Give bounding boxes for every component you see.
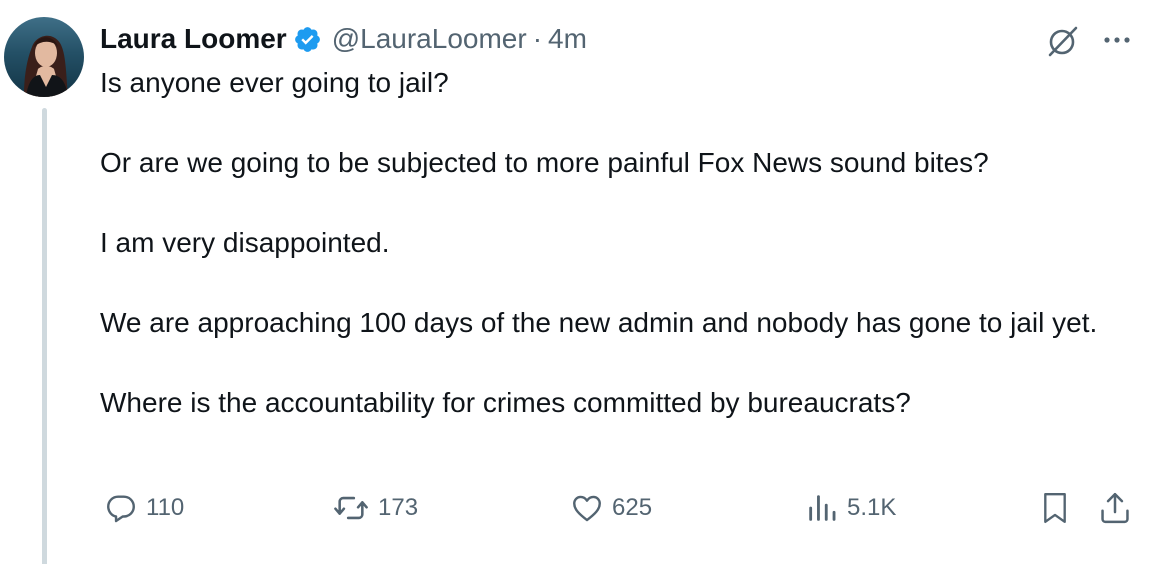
views-icon bbox=[809, 495, 836, 521]
reply-icon bbox=[107, 495, 135, 523]
tweet-paragraph: Is anyone ever going to jail? bbox=[100, 67, 449, 98]
repost-count: 173 bbox=[378, 494, 419, 521]
tweet-paragraph: I am very disappointed. bbox=[100, 227, 390, 258]
like-count: 625 bbox=[612, 494, 653, 521]
tweet-paragraph: We are approaching 100 days of the new a… bbox=[100, 307, 1098, 338]
action-bar: 110 173 625 5.1K bbox=[100, 488, 1140, 528]
repost-button[interactable]: 173 bbox=[332, 488, 418, 528]
more-icon[interactable] bbox=[1096, 26, 1138, 54]
tweet-paragraph: Where is the accountability for crimes c… bbox=[100, 387, 911, 418]
tweet-text: Is anyone ever going to jail? Or are we … bbox=[100, 63, 1150, 423]
tweet: Laura Loomer @LauraLoomer · 4m Is anyone… bbox=[0, 0, 1166, 564]
views-button[interactable]: 5.1K bbox=[805, 488, 896, 528]
bookmark-icon bbox=[1044, 492, 1066, 524]
verified-badge-icon bbox=[294, 26, 320, 52]
bookmark-button[interactable] bbox=[1038, 488, 1080, 528]
avatar[interactable] bbox=[4, 17, 84, 97]
tweet-paragraph: Or are we going to be subjected to more … bbox=[100, 147, 989, 178]
timestamp[interactable]: 4m bbox=[548, 23, 587, 55]
repost-icon bbox=[334, 496, 368, 520]
author-name[interactable]: Laura Loomer bbox=[100, 23, 287, 55]
share-icon bbox=[1101, 492, 1129, 524]
reply-button[interactable]: 110 bbox=[104, 488, 184, 528]
like-button[interactable]: 625 bbox=[570, 488, 652, 528]
author-handle[interactable]: @LauraLoomer bbox=[332, 23, 527, 55]
avatar-image bbox=[24, 35, 68, 97]
separator-dot: · bbox=[532, 23, 543, 54]
share-button[interactable] bbox=[1098, 488, 1140, 528]
thread-line bbox=[42, 108, 47, 564]
views-count: 5.1K bbox=[847, 494, 897, 521]
grok-icon[interactable] bbox=[1046, 24, 1080, 58]
like-icon bbox=[573, 495, 601, 522]
reply-count: 110 bbox=[146, 494, 185, 521]
tweet-header: Laura Loomer @LauraLoomer · 4m bbox=[100, 21, 587, 57]
